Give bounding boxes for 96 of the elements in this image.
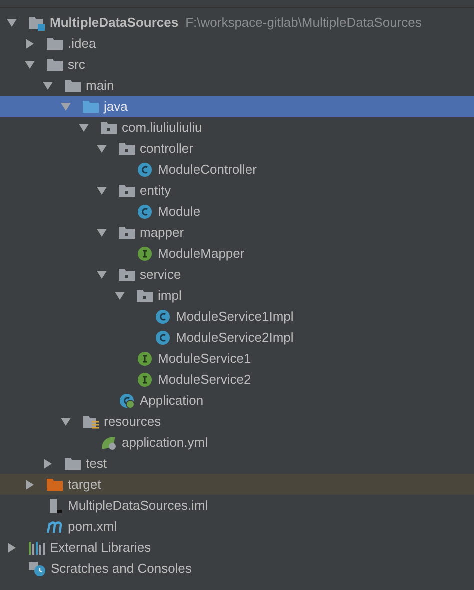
tree-item-label: MultipleDataSources.iml [68, 496, 208, 515]
folder-icon [65, 457, 81, 470]
tree-row[interactable]: ModuleController [0, 159, 474, 180]
folder-icon [47, 58, 63, 71]
tree-row[interactable]: ModuleService1 [0, 348, 474, 369]
collapsed-arrow-icon[interactable] [43, 458, 53, 468]
tree-row[interactable]: pom.xml [0, 516, 474, 537]
tree-item-label: test [86, 454, 107, 473]
tree-row[interactable]: External Libraries [0, 537, 474, 558]
expanded-arrow-icon[interactable] [115, 290, 125, 300]
tree-row[interactable]: ModuleMapper [0, 243, 474, 264]
tree-item-label: src [68, 56, 86, 74]
package-icon [137, 289, 153, 302]
tree-row[interactable]: resources [0, 411, 474, 432]
tree-item-label: mapper [140, 224, 184, 242]
package-icon [101, 121, 117, 134]
package-icon [119, 268, 135, 281]
tree-item-label: ModuleService1Impl [176, 308, 294, 326]
tree-row[interactable]: mapper [0, 222, 474, 243]
tree-row[interactable]: Application [0, 390, 474, 411]
expanded-arrow-icon[interactable] [25, 60, 35, 70]
tree-row[interactable]: entity [0, 180, 474, 201]
tree-row[interactable]: MultipleDataSources.iml [0, 495, 474, 516]
expanded-arrow-icon[interactable] [43, 80, 53, 90]
tree-item-label: controller [140, 140, 194, 158]
collapsed-arrow-icon[interactable] [25, 38, 35, 48]
tree-item-label: MultipleDataSources [50, 14, 179, 32]
tree-item-label: Module [158, 202, 201, 221]
selected-tree-row[interactable]: java [0, 96, 474, 117]
tree-item-label: ModuleController [158, 160, 257, 179]
tree-row[interactable]: Scratches and Consoles [0, 558, 474, 579]
tree-row[interactable]: ModuleService2 [0, 369, 474, 390]
tree-item-label: entity [140, 182, 172, 200]
expanded-arrow-icon[interactable] [61, 416, 71, 426]
tree-item-label: main [86, 76, 114, 95]
tree-item-label: service [140, 266, 182, 284]
tree-item-label: com.liuliuliuliu [122, 118, 202, 137]
class-icon [155, 330, 171, 346]
leaf-icon [101, 434, 117, 450]
tree-row[interactable]: ModuleService2Impl [0, 327, 474, 348]
interface-icon [137, 372, 153, 388]
tree-item-label: ModuleService2 [158, 370, 252, 389]
tree-item-label: target [68, 476, 102, 494]
tree-item-label: Scratches and Consoles [51, 560, 192, 578]
tree-item-label: application.yml [122, 434, 208, 452]
interface-icon [137, 350, 153, 366]
file-icon [47, 498, 63, 514]
collapsed-arrow-icon[interactable] [25, 480, 35, 490]
tree-item-label: ModuleMapper [158, 244, 245, 263]
tree-item-label: impl [158, 286, 182, 305]
folder-icon [47, 478, 63, 491]
package-icon [119, 142, 135, 155]
highlighted-tree-row[interactable]: target [0, 474, 474, 495]
tree-item-label: resources [104, 412, 162, 431]
interface-icon [137, 246, 153, 262]
tree-row[interactable]: controller [0, 138, 474, 159]
tree-row[interactable]: .idea [0, 33, 474, 54]
folder-icon [83, 100, 99, 113]
maven-icon [47, 520, 63, 532]
collapsed-arrow-icon[interactable] [7, 542, 17, 552]
tree-item-label: ModuleService1 [158, 350, 252, 368]
expanded-arrow-icon[interactable] [97, 144, 107, 154]
tree-row[interactable]: src [0, 54, 474, 75]
tree-row[interactable]: com.liuliuliuliu [0, 117, 474, 138]
tree-item-label: .idea [68, 34, 96, 53]
tree-row[interactable]: service [0, 264, 474, 285]
tree-item-label: Application [140, 392, 204, 410]
package-icon [119, 184, 135, 197]
tree-row[interactable]: impl [0, 285, 474, 306]
libraries-icon [29, 540, 45, 554]
tree-row[interactable]: application.yml [0, 432, 474, 453]
module-icon [29, 14, 45, 30]
class-icon [155, 308, 171, 324]
scratches-icon [29, 560, 46, 576]
tree-row[interactable]: main [0, 75, 474, 96]
class-icon [137, 162, 153, 178]
tree-row[interactable]: MultipleDataSources F:\workspace-gitlab\MultipleDataSources [0, 12, 474, 33]
tree-row[interactable]: test [0, 453, 474, 474]
tree-item-label: ModuleService2Impl [176, 328, 294, 347]
expanded-arrow-icon[interactable] [97, 228, 107, 238]
tree-item-label: java [104, 98, 128, 116]
expanded-arrow-icon[interactable] [97, 186, 107, 196]
package-icon [119, 226, 135, 239]
tree-row[interactable]: Module [0, 201, 474, 222]
folder-icon [65, 79, 81, 92]
tree-row[interactable]: ModuleService1Impl [0, 306, 474, 327]
tree-item-label: pom.xml [68, 518, 118, 536]
expanded-arrow-icon[interactable] [79, 122, 89, 132]
folder-icon [47, 37, 63, 50]
project-path: F:\workspace-gitlab\MultipleDataSources [186, 14, 422, 32]
class-icon [119, 392, 135, 408]
resources-folder-icon [83, 414, 99, 430]
expanded-arrow-icon[interactable] [97, 270, 107, 280]
class-icon [137, 204, 153, 220]
expanded-arrow-icon[interactable] [7, 18, 17, 28]
tree-item-label: External Libraries [50, 538, 152, 557]
